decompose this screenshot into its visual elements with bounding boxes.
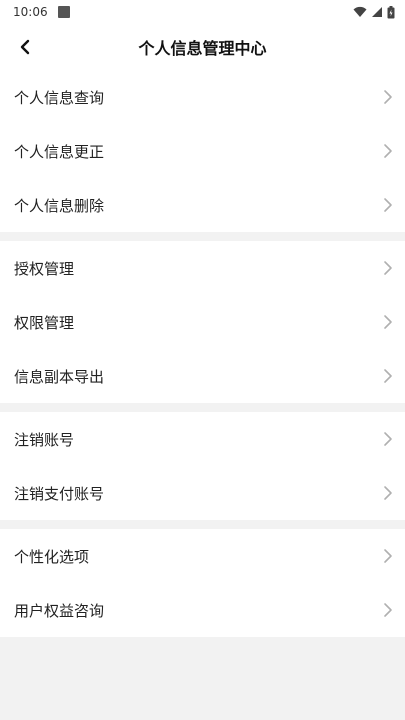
battery-icon	[387, 5, 395, 18]
chevron-right-icon	[383, 197, 393, 213]
item-personal-info-correct[interactable]: 个人信息更正	[0, 124, 405, 178]
group-authorization: 授权管理 权限管理 信息副本导出	[0, 241, 405, 403]
chevron-right-icon	[383, 602, 393, 618]
item-label: 信息副本导出	[14, 367, 105, 386]
chevron-right-icon	[383, 485, 393, 501]
item-label: 注销支付账号	[14, 484, 105, 503]
item-user-rights-consult[interactable]: 用户权益咨询	[0, 583, 405, 637]
top-app-bar: 个人信息管理中心	[0, 24, 405, 70]
chevron-right-icon	[383, 431, 393, 447]
chevron-right-icon	[383, 368, 393, 384]
item-cancel-account[interactable]: 注销账号	[0, 412, 405, 466]
item-permission-management[interactable]: 权限管理	[0, 295, 405, 349]
item-authorization-management[interactable]: 授权管理	[0, 241, 405, 295]
status-time: 10:06	[13, 5, 48, 19]
item-personal-info-delete[interactable]: 个人信息删除	[0, 178, 405, 232]
chevron-right-icon	[383, 89, 393, 105]
item-label: 个人信息删除	[14, 196, 105, 215]
chevron-right-icon	[383, 260, 393, 276]
item-personal-info-query[interactable]: 个人信息查询	[0, 70, 405, 124]
status-left: 10:06	[13, 5, 70, 19]
item-info-copy-export[interactable]: 信息副本导出	[0, 349, 405, 403]
back-button[interactable]	[10, 32, 40, 62]
status-right	[353, 5, 395, 19]
group-personalization: 个性化选项 用户权益咨询	[0, 529, 405, 637]
status-bar: 10:06	[0, 0, 405, 24]
item-label: 个人信息查询	[14, 88, 105, 107]
item-label: 用户权益咨询	[14, 601, 105, 620]
item-label: 权限管理	[14, 313, 75, 332]
back-arrow-icon	[20, 39, 30, 55]
chevron-right-icon	[383, 143, 393, 159]
item-label: 授权管理	[14, 259, 75, 278]
settings-list: 个人信息查询 个人信息更正 个人信息删除 授权管理 权限管理 信息副本导出 注销…	[0, 70, 405, 637]
item-personalization-options[interactable]: 个性化选项	[0, 529, 405, 583]
item-label: 个人信息更正	[14, 142, 105, 161]
cellular-signal-icon	[372, 7, 382, 17]
item-label: 注销账号	[14, 430, 75, 449]
chevron-right-icon	[383, 314, 393, 330]
wifi-icon	[353, 6, 367, 17]
group-account-cancel: 注销账号 注销支付账号	[0, 412, 405, 520]
page-title: 个人信息管理中心	[138, 39, 267, 58]
item-label: 个性化选项	[14, 547, 90, 566]
group-personal-info: 个人信息查询 个人信息更正 个人信息删除	[0, 70, 405, 232]
item-cancel-payment-account[interactable]: 注销支付账号	[0, 466, 405, 520]
notification-icon	[57, 6, 70, 18]
chevron-right-icon	[383, 548, 393, 564]
